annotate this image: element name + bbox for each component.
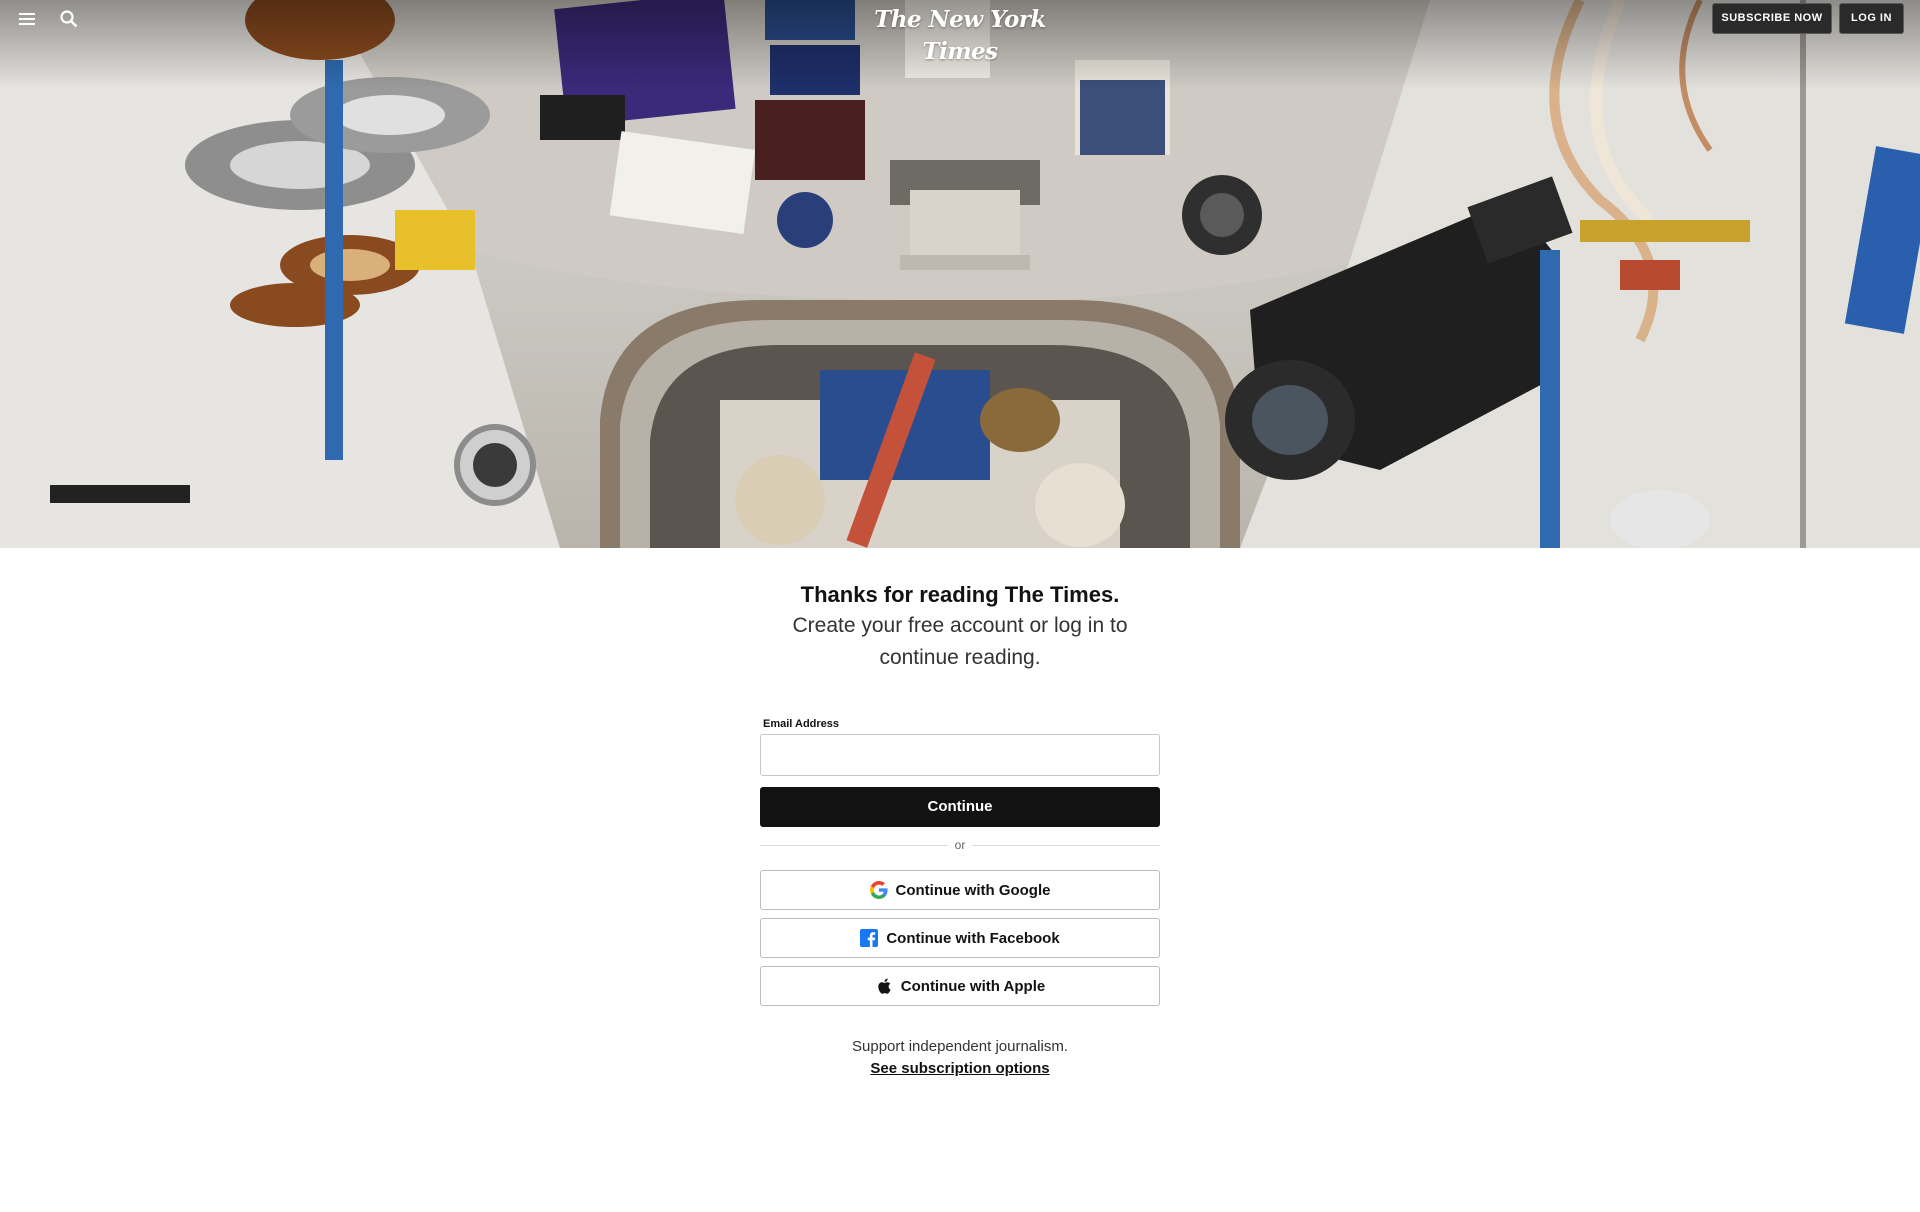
apple-icon xyxy=(878,978,891,994)
top-bar: The New York Times SUBSCRIBE NOW LOG IN xyxy=(0,0,1920,65)
email-field[interactable] xyxy=(760,734,1160,776)
panel-headline: Thanks for reading The Times. xyxy=(800,582,1120,607)
continue-button[interactable]: Continue xyxy=(760,787,1160,827)
masthead-logo[interactable]: The New York Times xyxy=(860,4,1060,65)
subscribe-button[interactable]: SUBSCRIBE NOW xyxy=(1712,3,1832,34)
hero-image xyxy=(0,0,1920,548)
continue-with-google-button[interactable]: Continue with Google xyxy=(760,870,1160,910)
email-label: Email Address xyxy=(763,718,840,730)
continue-with-facebook-button[interactable]: Continue with Facebook xyxy=(760,918,1160,958)
google-icon xyxy=(869,881,888,899)
facebook-icon xyxy=(860,929,879,947)
search-icon[interactable] xyxy=(58,8,80,30)
menu-icon[interactable] xyxy=(16,8,38,30)
google-button-label: Continue with Google xyxy=(895,881,1051,899)
facebook-button-label: Continue with Facebook xyxy=(886,929,1060,947)
support-journalism-text: Support independent journalism. xyxy=(852,1038,1068,1055)
registration-panel: Thanks for reading The Times. Create you… xyxy=(760,580,1160,1077)
log-in-button[interactable]: LOG IN xyxy=(1839,3,1904,34)
panel-subhead: Create your free account or log in to co… xyxy=(792,614,1128,669)
subscription-options-link[interactable]: See subscription options xyxy=(760,1060,1160,1077)
continue-with-apple-button[interactable]: Continue with Apple xyxy=(760,966,1160,1006)
apple-button-label: Continue with Apple xyxy=(900,977,1046,995)
or-divider: or xyxy=(760,838,1160,852)
divider-line-right xyxy=(972,845,1160,846)
